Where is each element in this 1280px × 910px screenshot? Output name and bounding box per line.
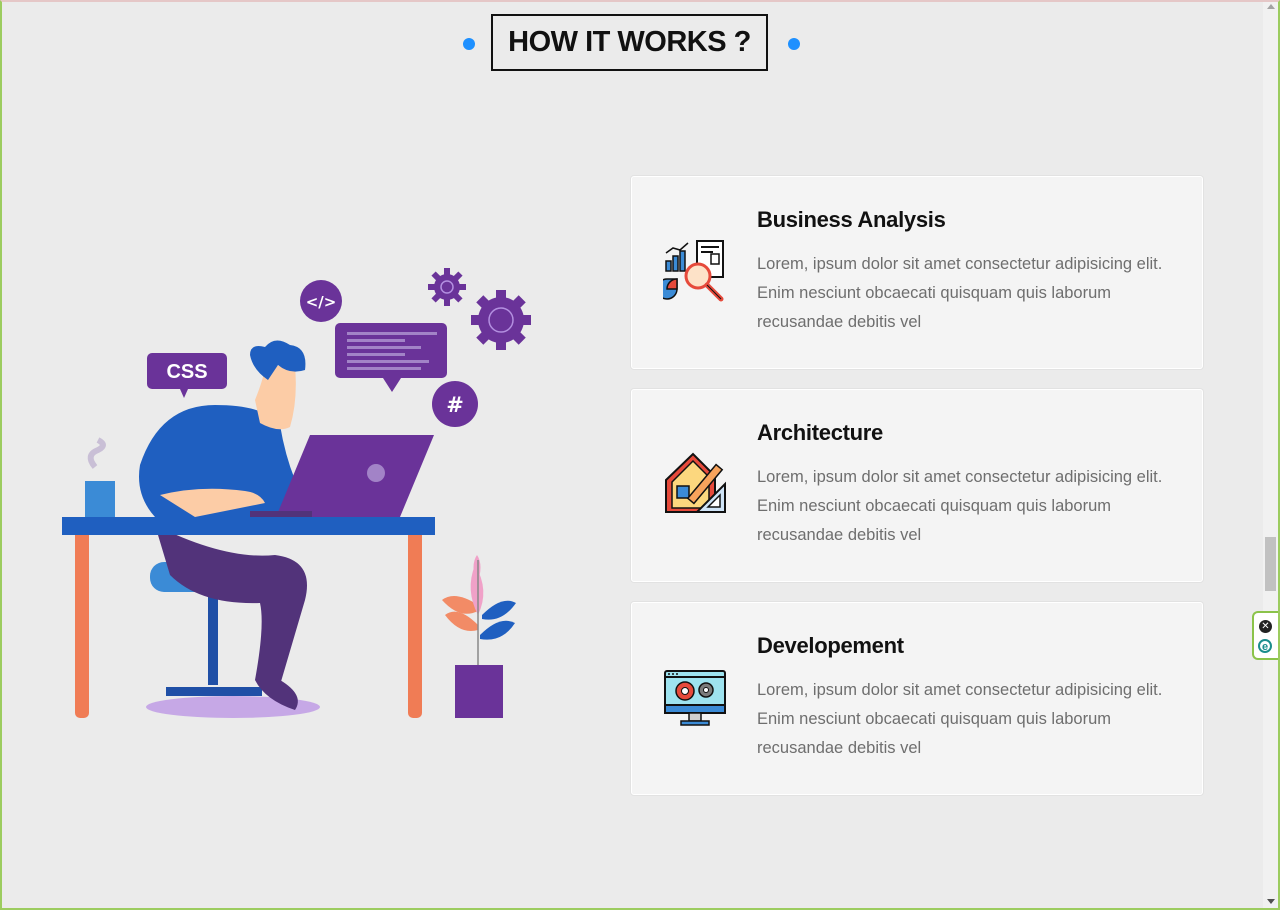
card-title: Architecture (757, 420, 883, 445)
message-bubble (335, 323, 447, 392)
side-widget: ✕ e (1252, 611, 1278, 660)
card-description: Lorem, ipsum dolor sit amet consectetur … (757, 681, 1163, 757)
developer-illustration: CSS </> # (62, 268, 531, 718)
css-label: CSS (166, 361, 207, 383)
architecture-icon (665, 452, 726, 513)
heading-dot-left (463, 38, 475, 50)
card-description: Lorem, ipsum dolor sit amet consectetur … (757, 255, 1163, 331)
business-analysis-icon (663, 240, 724, 302)
hash-bubble: # (432, 381, 478, 427)
hash-label: # (446, 393, 464, 417)
mug (85, 481, 115, 517)
section-header: HOW IT WORKS ? (0, 14, 1262, 74)
desk-leg-left (75, 530, 89, 718)
card-development: Developement Lorem, ipsum dolor sit amet… (631, 602, 1203, 795)
code-bubble: </> (300, 280, 342, 322)
gear-large-icon (471, 290, 531, 350)
laptop (276, 435, 434, 517)
card-title: Business Analysis (757, 207, 946, 232)
plant-decoration (442, 555, 516, 718)
css-bubble: CSS (147, 353, 227, 398)
scroll-down-arrow[interactable] (1267, 899, 1275, 904)
card-description: Lorem, ipsum dolor sit amet consectetur … (757, 468, 1163, 544)
card-architecture: Architecture Lorem, ipsum dolor sit amet… (631, 389, 1203, 582)
vertical-scrollbar[interactable] (1263, 0, 1278, 908)
extension-e-icon[interactable]: e (1258, 639, 1272, 653)
code-label: </> (306, 293, 337, 311)
development-icon (664, 670, 726, 726)
card-business-analysis: Business Analysis Lorem, ipsum dolor sit… (631, 176, 1203, 369)
scrollbar-thumb[interactable] (1265, 537, 1276, 591)
close-icon[interactable]: ✕ (1259, 620, 1272, 633)
desk-top (62, 517, 435, 535)
section-heading: HOW IT WORKS ? (491, 14, 768, 71)
gear-small-icon (428, 268, 466, 306)
heading-dot-right (788, 38, 800, 50)
scroll-up-arrow[interactable] (1267, 4, 1275, 9)
card-title: Developement (757, 633, 904, 658)
desk-leg-right (408, 530, 422, 718)
